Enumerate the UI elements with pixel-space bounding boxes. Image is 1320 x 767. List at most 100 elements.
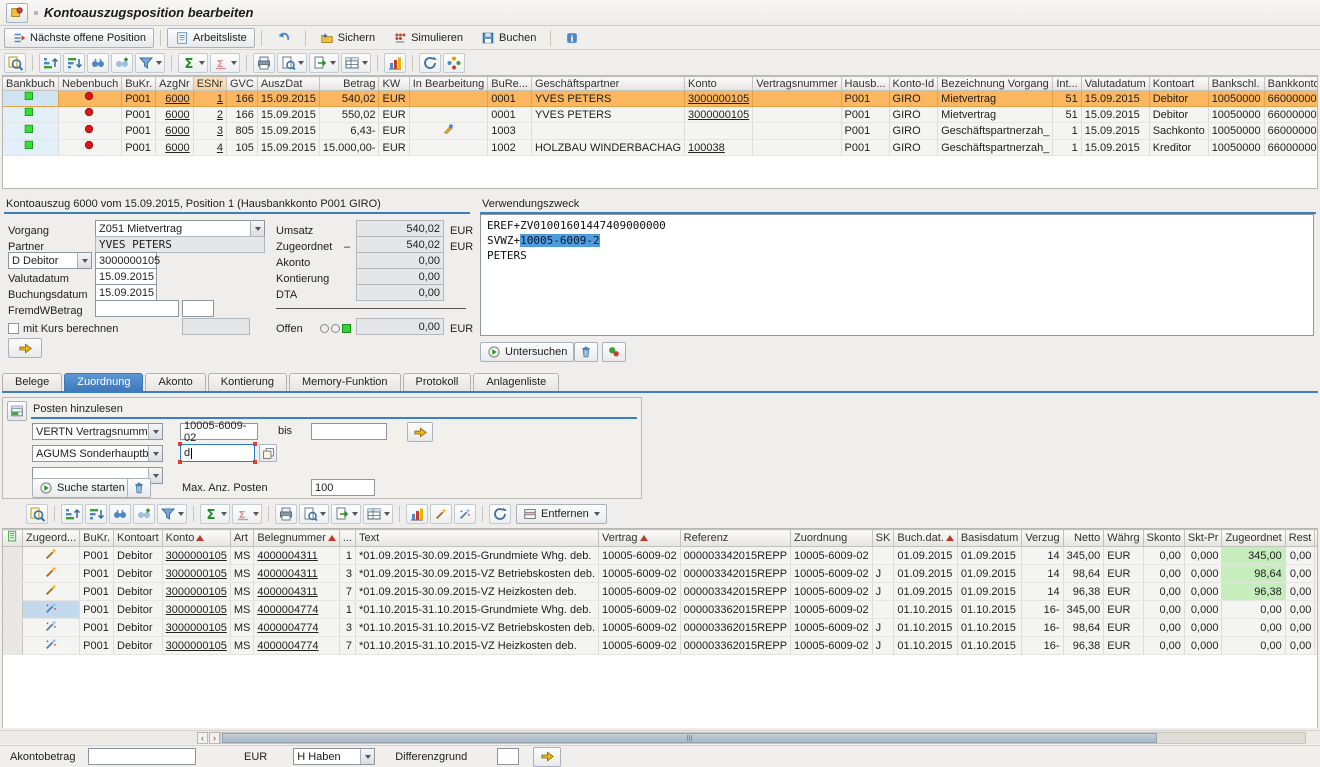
untersuchen-button[interactable]: Untersuchen [480, 342, 574, 362]
subtotal-button[interactable]: Σ [210, 53, 240, 73]
wand-orange-button[interactable] [430, 504, 452, 524]
table-cell[interactable]: 000003342015REPP [680, 547, 790, 565]
column-header-konto[interactable]: Konto [162, 530, 230, 547]
table-cell[interactable] [58, 107, 121, 123]
table-cell[interactable]: GIRO [889, 91, 938, 107]
table-cell[interactable]: 6600000001 [1264, 140, 1318, 156]
chevron-down-icon[interactable] [148, 424, 162, 439]
table-cell[interactable]: 0,00 [1285, 619, 1315, 637]
table-cell[interactable]: 16- [1022, 601, 1063, 619]
table-cell[interactable]: P001 [122, 107, 156, 123]
table-cell[interactable]: 4 [193, 140, 226, 156]
find-button[interactable] [87, 53, 109, 73]
table-cell[interactable]: 0,00 [1143, 619, 1184, 637]
table-cell[interactable]: J [872, 583, 894, 601]
cell-link[interactable]: 100038 [688, 142, 725, 154]
column-header--[interactable]: ... [339, 530, 355, 547]
table-cell[interactable]: EUR [379, 107, 409, 123]
table-cell[interactable]: 01.09.2015 [957, 565, 1021, 583]
table-cell[interactable]: 14 [1022, 565, 1063, 583]
table-cell[interactable]: 1 [193, 91, 226, 107]
wand-orange-icon[interactable] [44, 583, 58, 597]
table-cell[interactable] [1315, 547, 1318, 565]
cell-link[interactable]: 4000004774 [257, 604, 318, 616]
table-cell[interactable]: 6000 [156, 107, 194, 123]
table-cell[interactable]: 10050000 [1208, 91, 1264, 107]
filter-button[interactable] [157, 504, 187, 524]
table-cell[interactable]: 01.10.2015 [957, 619, 1021, 637]
table-cell[interactable]: 14 [1022, 547, 1063, 565]
table-cell[interactable]: Debitor [114, 565, 163, 583]
cell-link[interactable]: 3000000105 [688, 93, 749, 105]
table-cell[interactable]: 10005-6009-02 [599, 601, 681, 619]
chart-button[interactable] [384, 53, 406, 73]
table-cell[interactable]: 1 [339, 601, 355, 619]
table-cell[interactable]: Geschäftspartnerzah_ [938, 123, 1053, 140]
table-cell[interactable]: 3000000105 [162, 565, 230, 583]
table-cell[interactable]: 16- [1022, 637, 1063, 655]
table-cell[interactable]: 2 [193, 107, 226, 123]
table-cell[interactable]: 805 [226, 123, 257, 140]
tab-memory-funktion[interactable]: Memory-Funktion [289, 373, 401, 392]
table-cell[interactable]: 10005-6009-02 [791, 565, 873, 583]
wand-blue-icon[interactable] [44, 601, 58, 615]
table-cell[interactable]: P001 [841, 107, 889, 123]
table-cell[interactable] [3, 565, 23, 583]
table-cell[interactable]: P001 [122, 91, 156, 107]
table-cell[interactable]: 0,00 [1285, 601, 1315, 619]
red-circle-icon[interactable] [84, 107, 96, 119]
table-cell[interactable]: GIRO [889, 140, 938, 156]
column-header-zugeord-[interactable]: Zugeord... [23, 530, 80, 547]
criterion-1-select[interactable]: VERTN Vertragsnummer [32, 423, 163, 440]
table-cell[interactable] [753, 123, 841, 140]
table-cell[interactable] [58, 140, 121, 156]
table-cell[interactable]: 01.09.2015 [957, 547, 1021, 565]
table-cell[interactable]: 0,000 [1184, 565, 1222, 583]
cell-link[interactable]: 3 [217, 125, 223, 137]
table-cell[interactable]: Sachkonto [1149, 123, 1208, 140]
table-cell[interactable]: 4000004774 [254, 637, 339, 655]
kurs-checkbox[interactable] [8, 323, 19, 334]
table-cell[interactable]: 6,43- [319, 123, 379, 140]
column-header-bankbuch[interactable]: Bankbuch [3, 77, 58, 91]
table-cell[interactable]: 15.09.2015 [257, 140, 319, 156]
table-cell[interactable]: 01.09.2015 [894, 565, 957, 583]
red-circle-icon[interactable] [84, 124, 96, 136]
arbeitsliste-button[interactable]: Arbeitsliste [167, 28, 255, 48]
soll-haben-select[interactable]: H Haben [293, 748, 375, 765]
buchen-button[interactable]: Buchen [473, 28, 544, 48]
table-cell[interactable]: 0,00 [1143, 583, 1184, 601]
table-cell[interactable]: 100038 [685, 140, 753, 156]
red-circle-icon[interactable] [84, 91, 96, 103]
sort-desc-button[interactable] [63, 53, 85, 73]
filter-button[interactable] [135, 53, 165, 73]
table-cell[interactable]: P001 [122, 140, 156, 156]
chevron-down-icon[interactable] [250, 221, 264, 236]
table-cell[interactable]: P001 [80, 547, 114, 565]
column-header-text[interactable]: Text [355, 530, 598, 547]
table-cell[interactable] [1315, 583, 1318, 601]
read-items-button[interactable] [7, 401, 27, 421]
column-header-betrag[interactable]: Betrag [319, 77, 379, 91]
column-header-kw[interactable]: KW [379, 77, 409, 91]
find-button[interactable] [109, 504, 131, 524]
table-cell[interactable]: 4000004311 [254, 565, 339, 583]
table-cell[interactable]: 10005-6009-02 [599, 565, 681, 583]
table-cell[interactable]: 10005-6009-02 [791, 637, 873, 655]
table-cell[interactable]: 10005-6009-02 [599, 547, 681, 565]
table-cell[interactable]: MS [230, 601, 254, 619]
table-cell[interactable]: 1 [1053, 140, 1081, 156]
fremdw-currency-field[interactable] [182, 300, 214, 317]
column-header-auszdat[interactable]: AuszDat [257, 77, 319, 91]
table-cell[interactable]: 01.10.2015 [894, 637, 957, 655]
cell-link[interactable]: 3000000105 [166, 586, 227, 598]
wand-orange-icon[interactable] [44, 547, 58, 561]
sort-asc-button[interactable] [61, 504, 83, 524]
column-header-marker[interactable] [3, 530, 23, 547]
table-cell[interactable]: 15.09.2015 [257, 91, 319, 107]
export-button[interactable] [309, 53, 339, 73]
table-cell[interactable] [3, 601, 23, 619]
table-cell[interactable] [3, 91, 58, 107]
table-cell[interactable]: P001 [80, 565, 114, 583]
table-cell[interactable]: 1003 [488, 123, 532, 140]
